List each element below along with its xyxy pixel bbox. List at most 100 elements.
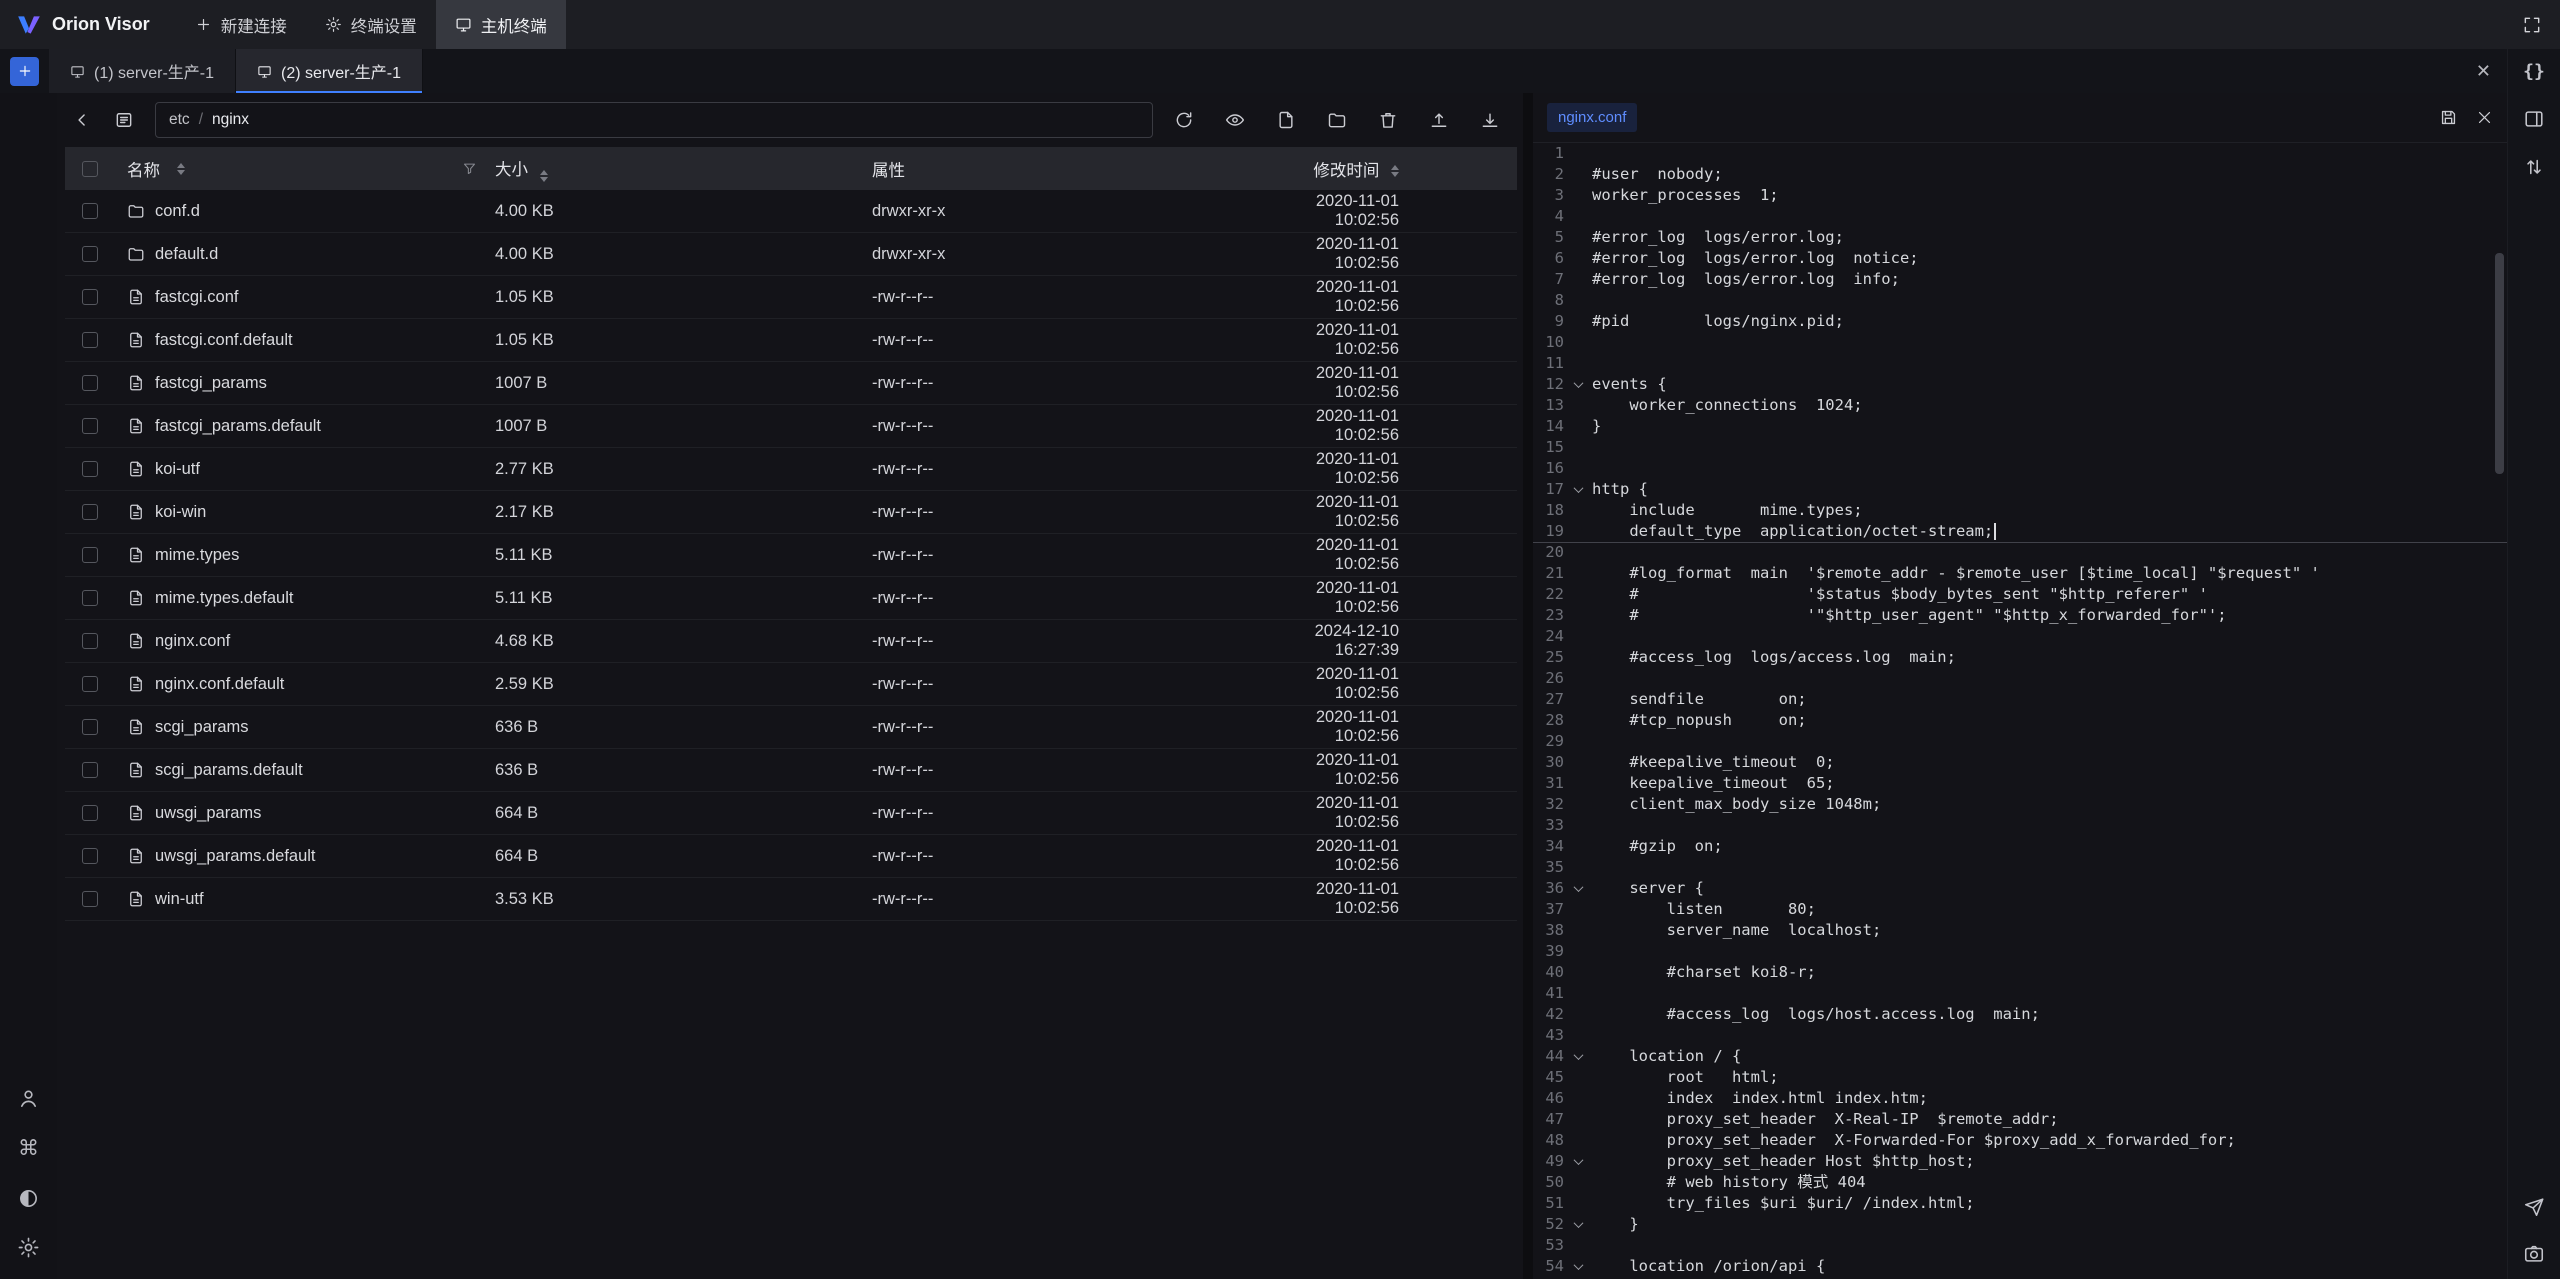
fold-chevron-icon[interactable] [1564, 1158, 1592, 1165]
new-file-button[interactable] [1269, 103, 1303, 137]
code-line[interactable]: 53 [1533, 1235, 2507, 1256]
menu-terminal-settings[interactable]: 终端设置 [306, 0, 436, 49]
tab-server-1[interactable]: (1) server-生产-1 [49, 49, 236, 93]
file-name[interactable]: nginx.conf.default [155, 675, 284, 694]
table-row[interactable]: uwsgi_params664 B-rw-r--r--2020-11-01 10… [65, 792, 1517, 835]
file-name[interactable]: scgi_params.default [155, 761, 303, 780]
tab-server-2[interactable]: (2) server-生产-1 [236, 49, 423, 93]
fold-chevron-icon[interactable] [1564, 1221, 1592, 1228]
fold-chevron-icon[interactable] [1564, 381, 1592, 388]
download-button[interactable] [1473, 103, 1507, 137]
code-line[interactable]: 44 location / { [1533, 1046, 2507, 1067]
code-line[interactable]: 38 server_name localhost; [1533, 920, 2507, 941]
fullscreen-icon[interactable] [2522, 15, 2542, 35]
code-line[interactable]: 50 # web history 模式 404 [1533, 1172, 2507, 1193]
row-checkbox[interactable] [82, 676, 98, 692]
code-line[interactable]: 40 #charset koi8-r; [1533, 962, 2507, 983]
code-line[interactable]: 29 [1533, 731, 2507, 752]
brand[interactable]: Orion Visor [16, 12, 150, 38]
code-line[interactable]: 18 include mime.types; [1533, 500, 2507, 521]
code-line[interactable]: 12events { [1533, 374, 2507, 395]
code-line[interactable]: 33 [1533, 815, 2507, 836]
directory-list-button[interactable] [107, 103, 141, 137]
table-row[interactable]: fastcgi_params1007 B-rw-r--r--2020-11-01… [65, 362, 1517, 405]
code-line[interactable]: 14} [1533, 416, 2507, 437]
braces-icon[interactable]: {} [2523, 61, 2545, 82]
code-line[interactable]: 8 [1533, 290, 2507, 311]
theme-icon[interactable] [17, 1187, 40, 1210]
breadcrumb-segment[interactable]: nginx [212, 111, 249, 129]
file-name[interactable]: scgi_params [155, 718, 249, 737]
file-name[interactable]: mime.types [155, 546, 239, 565]
settings-icon[interactable] [17, 1236, 40, 1259]
table-row[interactable]: win-utf3.53 KB-rw-r--r--2020-11-01 10:02… [65, 878, 1517, 921]
table-row[interactable]: mime.types.default5.11 KB-rw-r--r--2020-… [65, 577, 1517, 620]
code-line[interactable]: 15 [1533, 437, 2507, 458]
editor-tab-nginx-conf[interactable]: nginx.conf [1547, 103, 1637, 132]
code-line[interactable]: 36 server { [1533, 878, 2507, 899]
code-line[interactable]: 47 proxy_set_header X-Real-IP $remote_ad… [1533, 1109, 2507, 1130]
code-line[interactable]: 3worker_processes 1; [1533, 185, 2507, 206]
code-line[interactable]: 22 # '$status $body_bytes_sent "$http_re… [1533, 584, 2507, 605]
file-name[interactable]: koi-win [155, 503, 206, 522]
back-button[interactable] [65, 103, 99, 137]
row-checkbox[interactable] [82, 504, 98, 520]
code-line[interactable]: 48 proxy_set_header X-Forwarded-For $pro… [1533, 1130, 2507, 1151]
row-checkbox[interactable] [82, 461, 98, 477]
code-line[interactable]: 51 try_files $uri $uri/ /index.html; [1533, 1193, 2507, 1214]
editor-close-button[interactable] [2476, 109, 2493, 126]
fold-chevron-icon[interactable] [1564, 1053, 1592, 1060]
code-line[interactable]: 5#error_log logs/error.log; [1533, 227, 2507, 248]
code-line[interactable]: 34 #gzip on; [1533, 836, 2507, 857]
code-line[interactable]: 25 #access_log logs/access.log main; [1533, 647, 2507, 668]
menu-new-connection[interactable]: 新建连接 [176, 0, 306, 49]
column-header-name[interactable]: 名称 [127, 157, 160, 181]
new-tab-button[interactable] [10, 57, 39, 86]
table-row[interactable]: fastcgi_params.default1007 B-rw-r--r--20… [65, 405, 1517, 448]
row-checkbox[interactable] [82, 590, 98, 606]
code-line[interactable]: 39 [1533, 941, 2507, 962]
table-row[interactable]: nginx.conf4.68 KB-rw-r--r--2024-12-10 16… [65, 620, 1517, 663]
close-icon[interactable]: ✕ [2476, 61, 2491, 82]
scrollbar-thumb[interactable] [2495, 253, 2504, 474]
preview-button[interactable] [1218, 103, 1252, 137]
code-line[interactable]: 46 index index.html index.htm; [1533, 1088, 2507, 1109]
code-line[interactable]: 30 #keepalive_timeout 0; [1533, 752, 2507, 773]
row-checkbox[interactable] [82, 547, 98, 563]
column-header-size[interactable]: 大小 [495, 161, 528, 179]
upload-button[interactable] [1422, 103, 1456, 137]
row-checkbox[interactable] [82, 633, 98, 649]
table-row[interactable]: koi-win2.17 KB-rw-r--r--2020-11-01 10:02… [65, 491, 1517, 534]
code-line[interactable]: 43 [1533, 1025, 2507, 1046]
breadcrumb[interactable]: etc / nginx [155, 102, 1153, 138]
code-line[interactable]: 52 } [1533, 1214, 2507, 1235]
table-row[interactable]: conf.d4.00 KBdrwxr-xr-x2020-11-01 10:02:… [65, 190, 1517, 233]
swap-vertical-icon[interactable] [2523, 156, 2545, 178]
file-name[interactable]: uwsgi_params.default [155, 847, 316, 866]
refresh-button[interactable] [1167, 103, 1201, 137]
table-row[interactable]: mime.types5.11 KB-rw-r--r--2020-11-01 10… [65, 534, 1517, 577]
code-line[interactable]: 16 [1533, 458, 2507, 479]
file-name[interactable]: mime.types.default [155, 589, 293, 608]
code-line[interactable]: 20 [1533, 542, 2507, 563]
code-line[interactable]: 41 [1533, 983, 2507, 1004]
code-line[interactable]: 10 [1533, 332, 2507, 353]
table-row[interactable]: scgi_params636 B-rw-r--r--2020-11-01 10:… [65, 706, 1517, 749]
code-line[interactable]: 49 proxy_set_header Host $http_host; [1533, 1151, 2507, 1172]
table-row[interactable]: fastcgi.conf1.05 KB-rw-r--r--2020-11-01 … [65, 276, 1517, 319]
file-name[interactable]: win-utf [155, 890, 204, 909]
row-checkbox[interactable] [82, 418, 98, 434]
code-line[interactable]: 28 #tcp_nopush on; [1533, 710, 2507, 731]
file-name[interactable]: nginx.conf [155, 632, 230, 651]
code-line[interactable]: 54 location /orion/api { [1533, 1256, 2507, 1277]
screenshot-icon[interactable] [2523, 1243, 2545, 1265]
code-line[interactable]: 2#user nobody; [1533, 164, 2507, 185]
code-line[interactable]: 31 keepalive_timeout 65; [1533, 773, 2507, 794]
column-header-mtime[interactable]: 修改时间 [1313, 162, 1379, 180]
code-line[interactable]: 7#error_log logs/error.log info; [1533, 269, 2507, 290]
row-checkbox[interactable] [82, 289, 98, 305]
table-row[interactable]: koi-utf2.77 KB-rw-r--r--2020-11-01 10:02… [65, 448, 1517, 491]
send-icon[interactable] [2523, 1196, 2545, 1218]
code-line[interactable]: 24 [1533, 626, 2507, 647]
file-name[interactable]: koi-utf [155, 460, 200, 479]
